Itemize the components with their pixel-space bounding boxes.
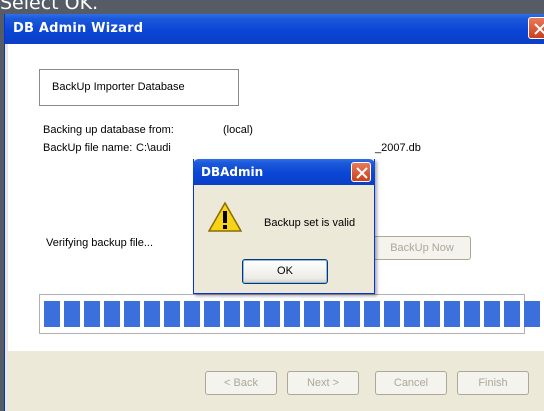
status-text: Verifying backup file... bbox=[46, 237, 154, 249]
progress-segment bbox=[44, 301, 60, 327]
progress-segment bbox=[464, 301, 480, 327]
progress-segment bbox=[364, 301, 380, 327]
wizard-close-button[interactable] bbox=[528, 17, 544, 39]
progress-segment bbox=[484, 301, 500, 327]
close-icon bbox=[534, 23, 544, 35]
wizard-step-header: BackUp Importer Database bbox=[39, 69, 239, 106]
dialog-title-bar[interactable]: DBAdmin bbox=[193, 159, 375, 185]
backup-file-name-value-suffix: _2007.db bbox=[375, 142, 421, 154]
progress-segment bbox=[124, 301, 140, 327]
progress-segment bbox=[504, 301, 520, 327]
progress-bar bbox=[39, 294, 540, 334]
progress-segment bbox=[444, 301, 460, 327]
dialog-close-button[interactable] bbox=[351, 162, 371, 182]
progress-segment bbox=[224, 301, 240, 327]
dbadmin-dialog: DBAdmin Backup set is valid OK bbox=[193, 159, 375, 294]
db-admin-wizard-window: DB Admin Wizard BackUp Importer Database… bbox=[4, 14, 544, 411]
progress-segment bbox=[324, 301, 340, 327]
progress-segment bbox=[64, 301, 80, 327]
progress-segment bbox=[184, 301, 200, 327]
backing-up-label: Backing up database from: bbox=[43, 124, 174, 136]
progress-segment bbox=[144, 301, 160, 327]
cancel-button[interactable]: Cancel bbox=[375, 371, 447, 395]
backing-up-value: (local) bbox=[223, 124, 253, 136]
progress-segment bbox=[264, 301, 280, 327]
dialog-message: Backup set is valid bbox=[264, 217, 356, 229]
close-icon bbox=[356, 167, 368, 179]
next-button[interactable]: Next > bbox=[287, 371, 359, 395]
progress-segment bbox=[104, 301, 120, 327]
back-button[interactable]: < Back bbox=[205, 371, 277, 395]
progress-segment bbox=[244, 301, 260, 327]
dialog-title: DBAdmin bbox=[201, 165, 264, 179]
progress-segment bbox=[284, 301, 300, 327]
backup-file-name-label: BackUp file name: bbox=[43, 142, 133, 154]
progress-segment bbox=[164, 301, 180, 327]
ok-button[interactable]: OK bbox=[242, 259, 328, 284]
backup-now-button[interactable]: BackUp Now bbox=[373, 236, 471, 260]
progress-segment bbox=[84, 301, 100, 327]
instruction-caption: Select OK. bbox=[0, 0, 99, 11]
progress-segment bbox=[344, 301, 360, 327]
wizard-title-bar[interactable]: DB Admin Wizard bbox=[5, 14, 544, 44]
progress-segment bbox=[404, 301, 420, 327]
warning-icon bbox=[208, 201, 242, 232]
progress-segment bbox=[204, 301, 220, 327]
progress-segment bbox=[384, 301, 400, 327]
progress-segment bbox=[524, 301, 540, 327]
progress-segment bbox=[424, 301, 440, 327]
backup-file-name-value: C:\audi bbox=[136, 142, 171, 154]
progress-segment bbox=[304, 301, 320, 327]
finish-button[interactable]: Finish bbox=[457, 371, 529, 395]
wizard-title: DB Admin Wizard bbox=[13, 21, 144, 36]
